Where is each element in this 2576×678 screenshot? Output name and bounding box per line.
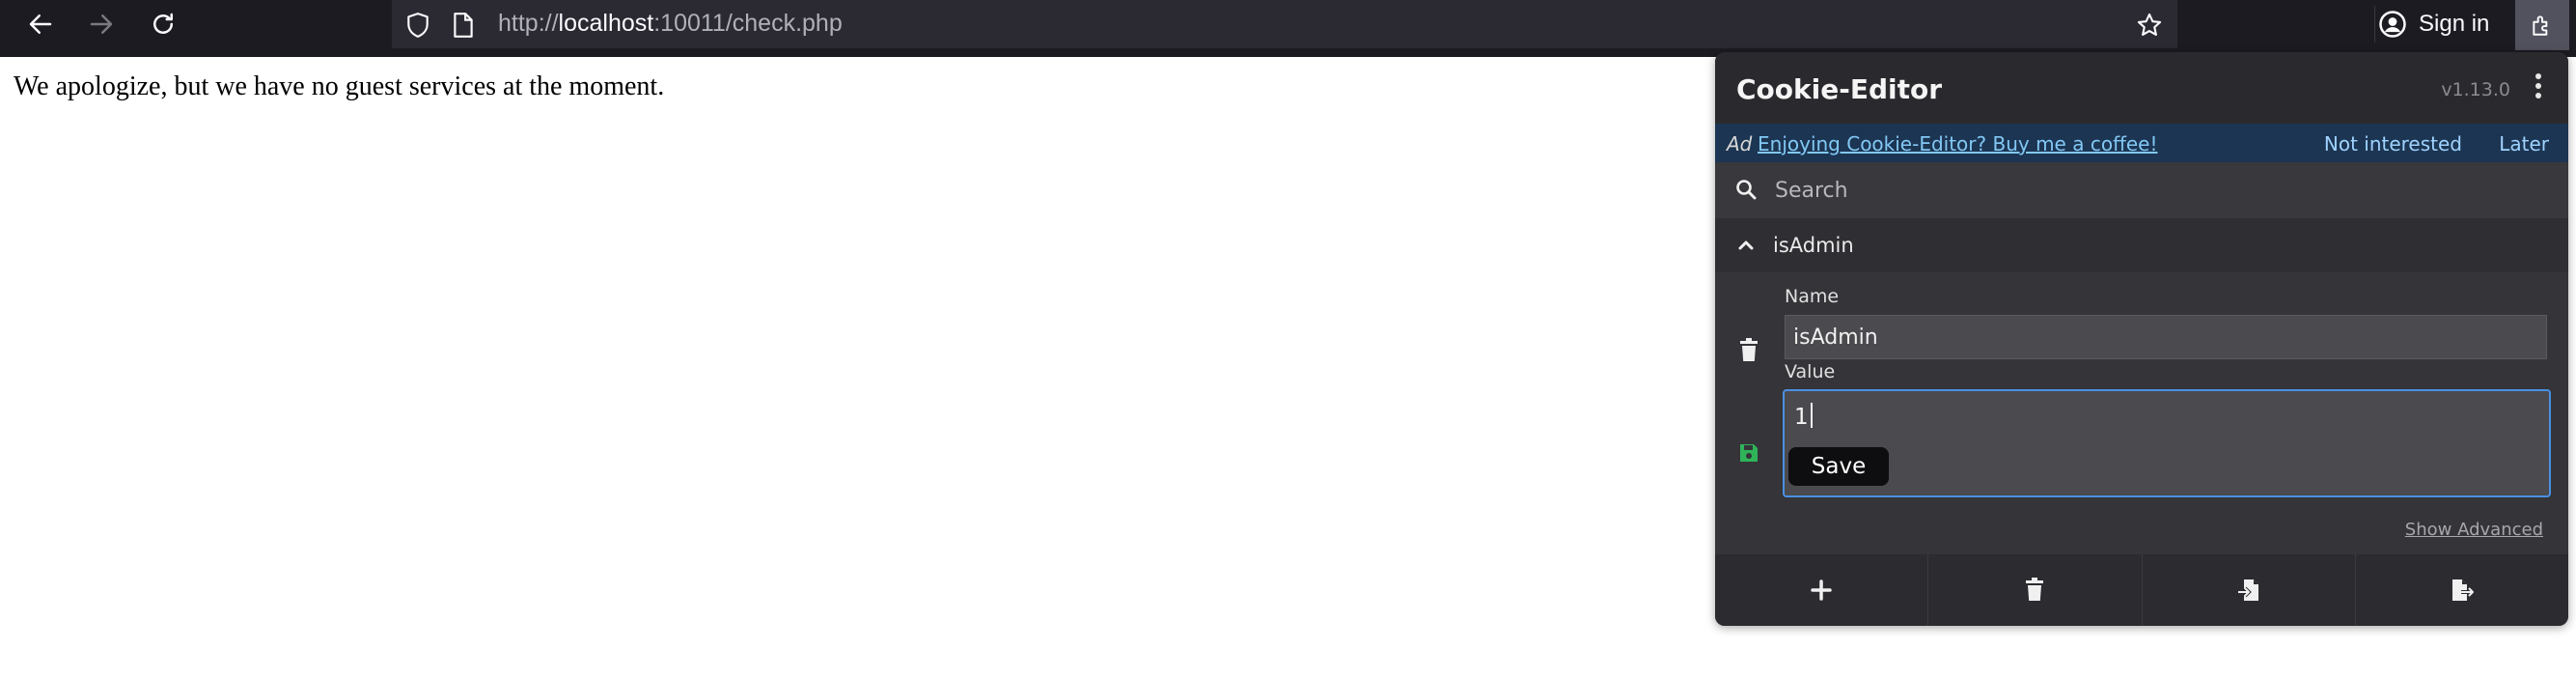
cookie-value-field[interactable]: 1 Save [1783,389,2551,497]
ad-link[interactable]: Enjoying Cookie-Editor? Buy me a coffee! [1758,132,2157,155]
name-label: Name [1785,286,1840,307]
url-host: localhost [558,10,654,37]
chevron-up-icon [1738,240,1754,250]
more-options-icon[interactable] [2534,73,2543,102]
later-button[interactable]: Later [2499,132,2549,155]
reload-button[interactable] [134,0,192,48]
url-prefix: http:// [498,10,559,37]
search-bar [1715,162,2568,218]
cookie-details: Name isAdmin Value 1 Save Show Advanced [1715,272,2568,554]
ad-banner: Ad Enjoying Cookie-Editor? Buy me a coff… [1715,124,2568,162]
browser-toolbar: http://localhost:10011/check.php Sign in [0,0,2576,57]
import-button[interactable] [2143,554,2356,626]
import-icon [2237,579,2258,601]
cookie-value: 1 [1794,405,1809,430]
search-input[interactable] [1773,170,2549,211]
cookie-name-field[interactable]: isAdmin [1785,315,2547,359]
save-icon[interactable] [1738,442,1759,464]
cookie-header-name: isAdmin [1773,234,1854,257]
export-icon [2451,579,2475,601]
back-button[interactable] [12,0,69,48]
popup-header: Cookie-Editor v1.13.0 [1715,52,2568,124]
version-label: v1.13.0 [2441,79,2510,100]
add-cookie-button[interactable] [1715,554,1929,626]
popup-title: Cookie-Editor [1736,73,1943,105]
reload-icon [153,13,173,34]
cookie-header-isAdmin[interactable]: isAdmin [1715,218,2568,272]
cookie-value-text: 1 [1794,403,1813,430]
ad-tag: Ad [1727,132,1753,155]
star-icon[interactable] [2135,12,2164,39]
url-bar[interactable]: http://localhost:10011/check.php [392,0,2177,48]
toolbar-separator [2374,6,2375,42]
sign-in-label: Sign in [2419,11,2490,37]
account-icon [2379,11,2406,38]
forward-button[interactable] [72,0,130,48]
search-icon [1736,180,1757,200]
show-advanced-link[interactable]: Show Advanced [2405,520,2543,540]
cookie-editor-popup: Cookie-Editor v1.13.0 Ad Enjoying Cookie… [1715,52,2568,626]
back-icon [29,14,52,34]
forward-icon [90,14,113,34]
text-caret [1810,403,1813,428]
not-interested-button[interactable]: Not interested [2324,132,2462,155]
url-text[interactable]: http://localhost:10011/check.php [498,10,843,38]
delete-all-icon [2026,578,2044,601]
url-path: :10011/check.php [653,10,843,37]
export-button[interactable] [2356,554,2568,626]
extensions-icon [2533,15,2548,36]
extensions-button[interactable] [2515,0,2569,50]
save-tooltip: Save [1788,447,1889,486]
page-message: We apologize, but we have no guest servi… [14,71,665,101]
delete-cookie-icon[interactable] [1738,338,1759,363]
shield-icon[interactable] [405,12,430,39]
delete-all-button[interactable] [1928,554,2143,626]
page-icon[interactable] [452,12,475,39]
popup-footer [1715,554,2568,626]
value-label: Value [1785,361,1836,382]
add-icon [1811,579,1832,601]
